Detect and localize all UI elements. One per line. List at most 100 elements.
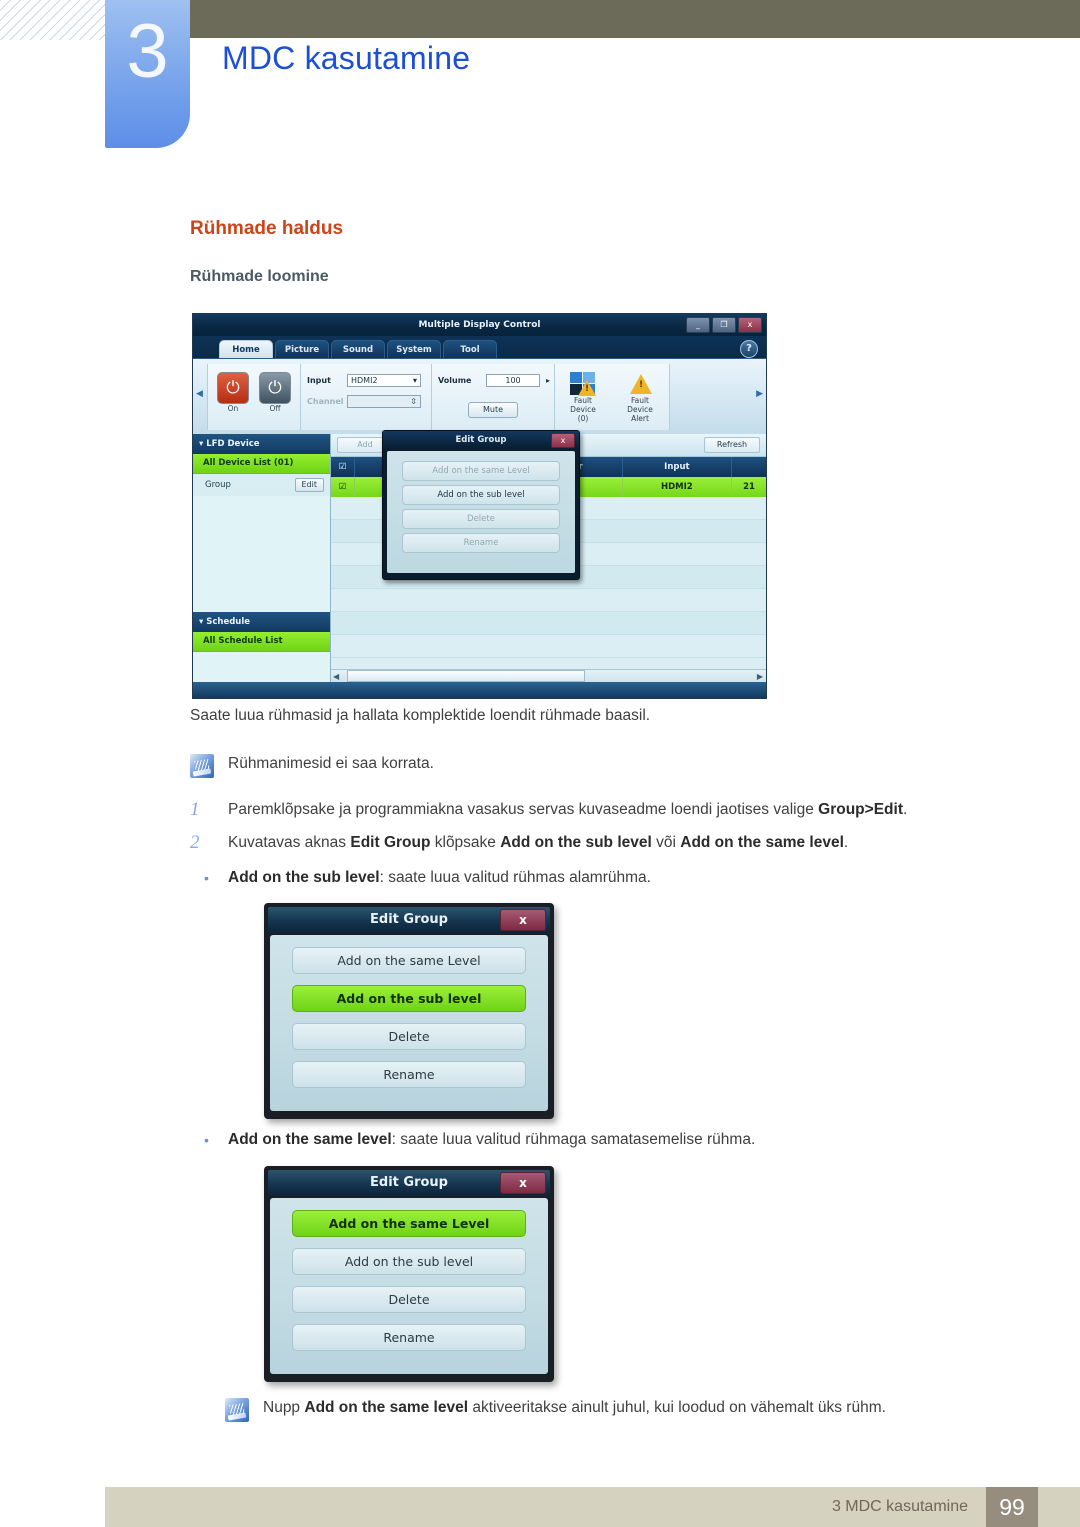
scrollbar-thumb[interactable] [347, 670, 586, 682]
volume-stepper-icon[interactable]: ▸ [546, 376, 550, 385]
step-2: 2 Kuvatavas aknas Edit Group klõpsake Ad… [190, 833, 1010, 853]
app-window-title: Multiple Display Control [193, 314, 766, 336]
step-2-p1: Kuvatavas aknas [228, 834, 351, 851]
sidebar-item-all-device-list[interactable]: All Device List (01) [193, 454, 330, 474]
power-on-label: On [227, 404, 239, 413]
header-olive-bar [190, 0, 1080, 38]
sidebar-item-group[interactable]: Group Edit [193, 474, 330, 496]
step-1: 1 Paremklõpsake ja programmiakna vasakus… [190, 800, 1010, 820]
table-row-empty [331, 612, 766, 635]
dialog-sub-close-icon[interactable]: x [500, 909, 546, 931]
bullet-2-rest: : saate luua valitud rühmaga samatasemel… [391, 1131, 756, 1148]
minimize-button[interactable]: _ [686, 317, 710, 333]
bullet-1: • Add on the sub level: saate luua valit… [190, 868, 1010, 888]
tab-system[interactable]: System [387, 340, 441, 359]
fault-device-group: ! Fault Device (0) ! Fault Device Alert [554, 364, 670, 430]
fault-device-count: (0) [577, 414, 589, 423]
table-refresh-button[interactable]: Refresh [704, 437, 760, 453]
dialog-same-body: Add on the same Level Add on the sub lev… [270, 1198, 548, 1374]
embedded-dialog-title: Edit Group [383, 431, 579, 449]
input-select[interactable]: HDMI2 ▾ [347, 374, 421, 387]
bullet-1-bold: Add on the sub level [228, 869, 380, 886]
fault-device-alert-icon[interactable]: ! [627, 372, 653, 396]
dialog-same-delete-button[interactable]: Delete [292, 1286, 526, 1313]
mute-button[interactable]: Mute [468, 402, 518, 418]
step-2-p3: või [651, 834, 681, 851]
scroll-right-icon[interactable]: ▶ [757, 672, 766, 681]
power-off-label: Off [269, 404, 281, 413]
step-1-number: 1 [190, 799, 200, 820]
bullet-icon: • [204, 870, 209, 886]
tab-tool[interactable]: Tool [443, 340, 497, 359]
step-1-text: Paremklõpsake ja programmiakna vasakus s… [228, 800, 907, 820]
dialog-sub-delete-button[interactable]: Delete [292, 1023, 526, 1050]
table-header-blank2 [732, 457, 766, 477]
sidebar-header-schedule[interactable]: ▾ Schedule [193, 612, 330, 632]
fault-device-icon[interactable]: ! [570, 372, 596, 396]
chevron-down-icon: ▾ [199, 439, 204, 449]
volume-label: Volume [438, 376, 472, 385]
input-label: Input [307, 376, 331, 385]
row-checkbox[interactable]: ☑ [331, 477, 355, 497]
note-2-p2: aktiveeritakse ainult juhul, kui loodud … [468, 1399, 886, 1416]
embedded-add-on-sub-level-button[interactable]: Add on the sub level [402, 485, 560, 505]
scroll-left-icon[interactable]: ◀ [331, 672, 339, 681]
spinner-icon: ⇳ [410, 397, 417, 406]
note-2-p1: Nupp [263, 1399, 305, 1416]
edit-group-dialog-sub-level: Edit Group x Add on the same Level Add o… [264, 903, 554, 1119]
power-off-icon[interactable]: ⏻ [259, 372, 291, 404]
sidebar-empty-area [193, 496, 330, 612]
bullet-1-rest: : saate luua valitud rühmas alamrühma. [379, 869, 651, 886]
dialog-sub-add-on-sub-level-button[interactable]: Add on the sub level [292, 985, 526, 1012]
maximize-button[interactable]: ❐ [712, 317, 736, 333]
app-tabs: Home Picture Sound System Tool [219, 340, 499, 359]
note-icon [225, 1398, 249, 1422]
toolbar-scroll-left-icon[interactable]: ◀ [196, 389, 203, 399]
intro-paragraph: Saate luua rühmasid ja hallata komplekti… [190, 707, 651, 724]
volume-value-field[interactable]: 100 [486, 374, 540, 387]
group-edit-button[interactable]: Edit [294, 478, 324, 492]
app-toolbar: ◀ ▶ ⏻ On ⏻ Off Input HDMI2 ▾ Channel ⇳ V… [193, 358, 766, 435]
note-1-text: Rühmanimesid ei saa korrata. [228, 755, 434, 772]
subsection-heading: Rühmade loomine [190, 268, 329, 285]
page-number: 99 [986, 1487, 1038, 1527]
embedded-add-on-same-level-button[interactable]: Add on the same Level [402, 461, 560, 481]
section-heading: Rühmade haldus [190, 218, 344, 239]
note-2: Nupp Add on the same level aktiveeritaks… [225, 1398, 886, 1422]
sidebar-header-lfd-device[interactable]: ▾ LFD Device [193, 434, 330, 454]
embedded-delete-button[interactable]: Delete [402, 509, 560, 529]
toolbar-scroll-right-icon[interactable]: ▶ [756, 389, 763, 399]
step-2-b3: Add on the same level [680, 834, 844, 851]
dialog-sub-rename-button[interactable]: Rename [292, 1061, 526, 1088]
table-header-checkbox[interactable]: ☑ [331, 457, 355, 477]
dialog-same-rename-button[interactable]: Rename [292, 1324, 526, 1351]
bullet-2-text: Add on the same level: saate luua valitu… [228, 1130, 755, 1150]
dialog-same-add-on-same-level-button[interactable]: Add on the same Level [292, 1210, 526, 1237]
bullet-2-bold: Add on the same level [228, 1131, 392, 1148]
power-on-icon[interactable]: ⏻ [217, 372, 249, 404]
app-ribbon: Home Picture Sound System Tool ? [193, 336, 766, 359]
row-last: 21 [743, 482, 755, 492]
sidebar-item-all-schedule-list[interactable]: All Schedule List [193, 632, 330, 652]
embedded-dialog-close-icon[interactable]: x [551, 433, 575, 448]
channel-select[interactable]: ⇳ [347, 395, 421, 408]
edit-group-dialog-same-level: Edit Group x Add on the same Level Add o… [264, 1166, 554, 1382]
channel-label: Channel [307, 397, 344, 406]
dialog-sub-add-on-same-level-button[interactable]: Add on the same Level [292, 947, 526, 974]
embedded-rename-button[interactable]: Rename [402, 533, 560, 553]
step-1-text-after: . [902, 801, 908, 818]
volume-group: Volume 100 ▸ Mute [431, 364, 555, 430]
close-button[interactable]: x [738, 317, 762, 333]
window-controls: _ ❐ x [686, 317, 762, 333]
table-horizontal-scrollbar[interactable]: ◀ ▶ [331, 669, 766, 682]
dialog-same-add-on-sub-level-button[interactable]: Add on the sub level [292, 1248, 526, 1275]
fault-device-alert-label: Fault Device [627, 396, 653, 414]
page-title: MDC kasutamine [222, 40, 471, 76]
power-group: ⏻ On ⏻ Off [207, 364, 301, 430]
tab-home[interactable]: Home [219, 340, 273, 359]
help-icon[interactable]: ? [740, 340, 758, 358]
decorative-hatch-pattern [0, 0, 106, 40]
tab-picture[interactable]: Picture [275, 340, 329, 359]
tab-sound[interactable]: Sound [331, 340, 385, 359]
dialog-same-close-icon[interactable]: x [500, 1172, 546, 1194]
